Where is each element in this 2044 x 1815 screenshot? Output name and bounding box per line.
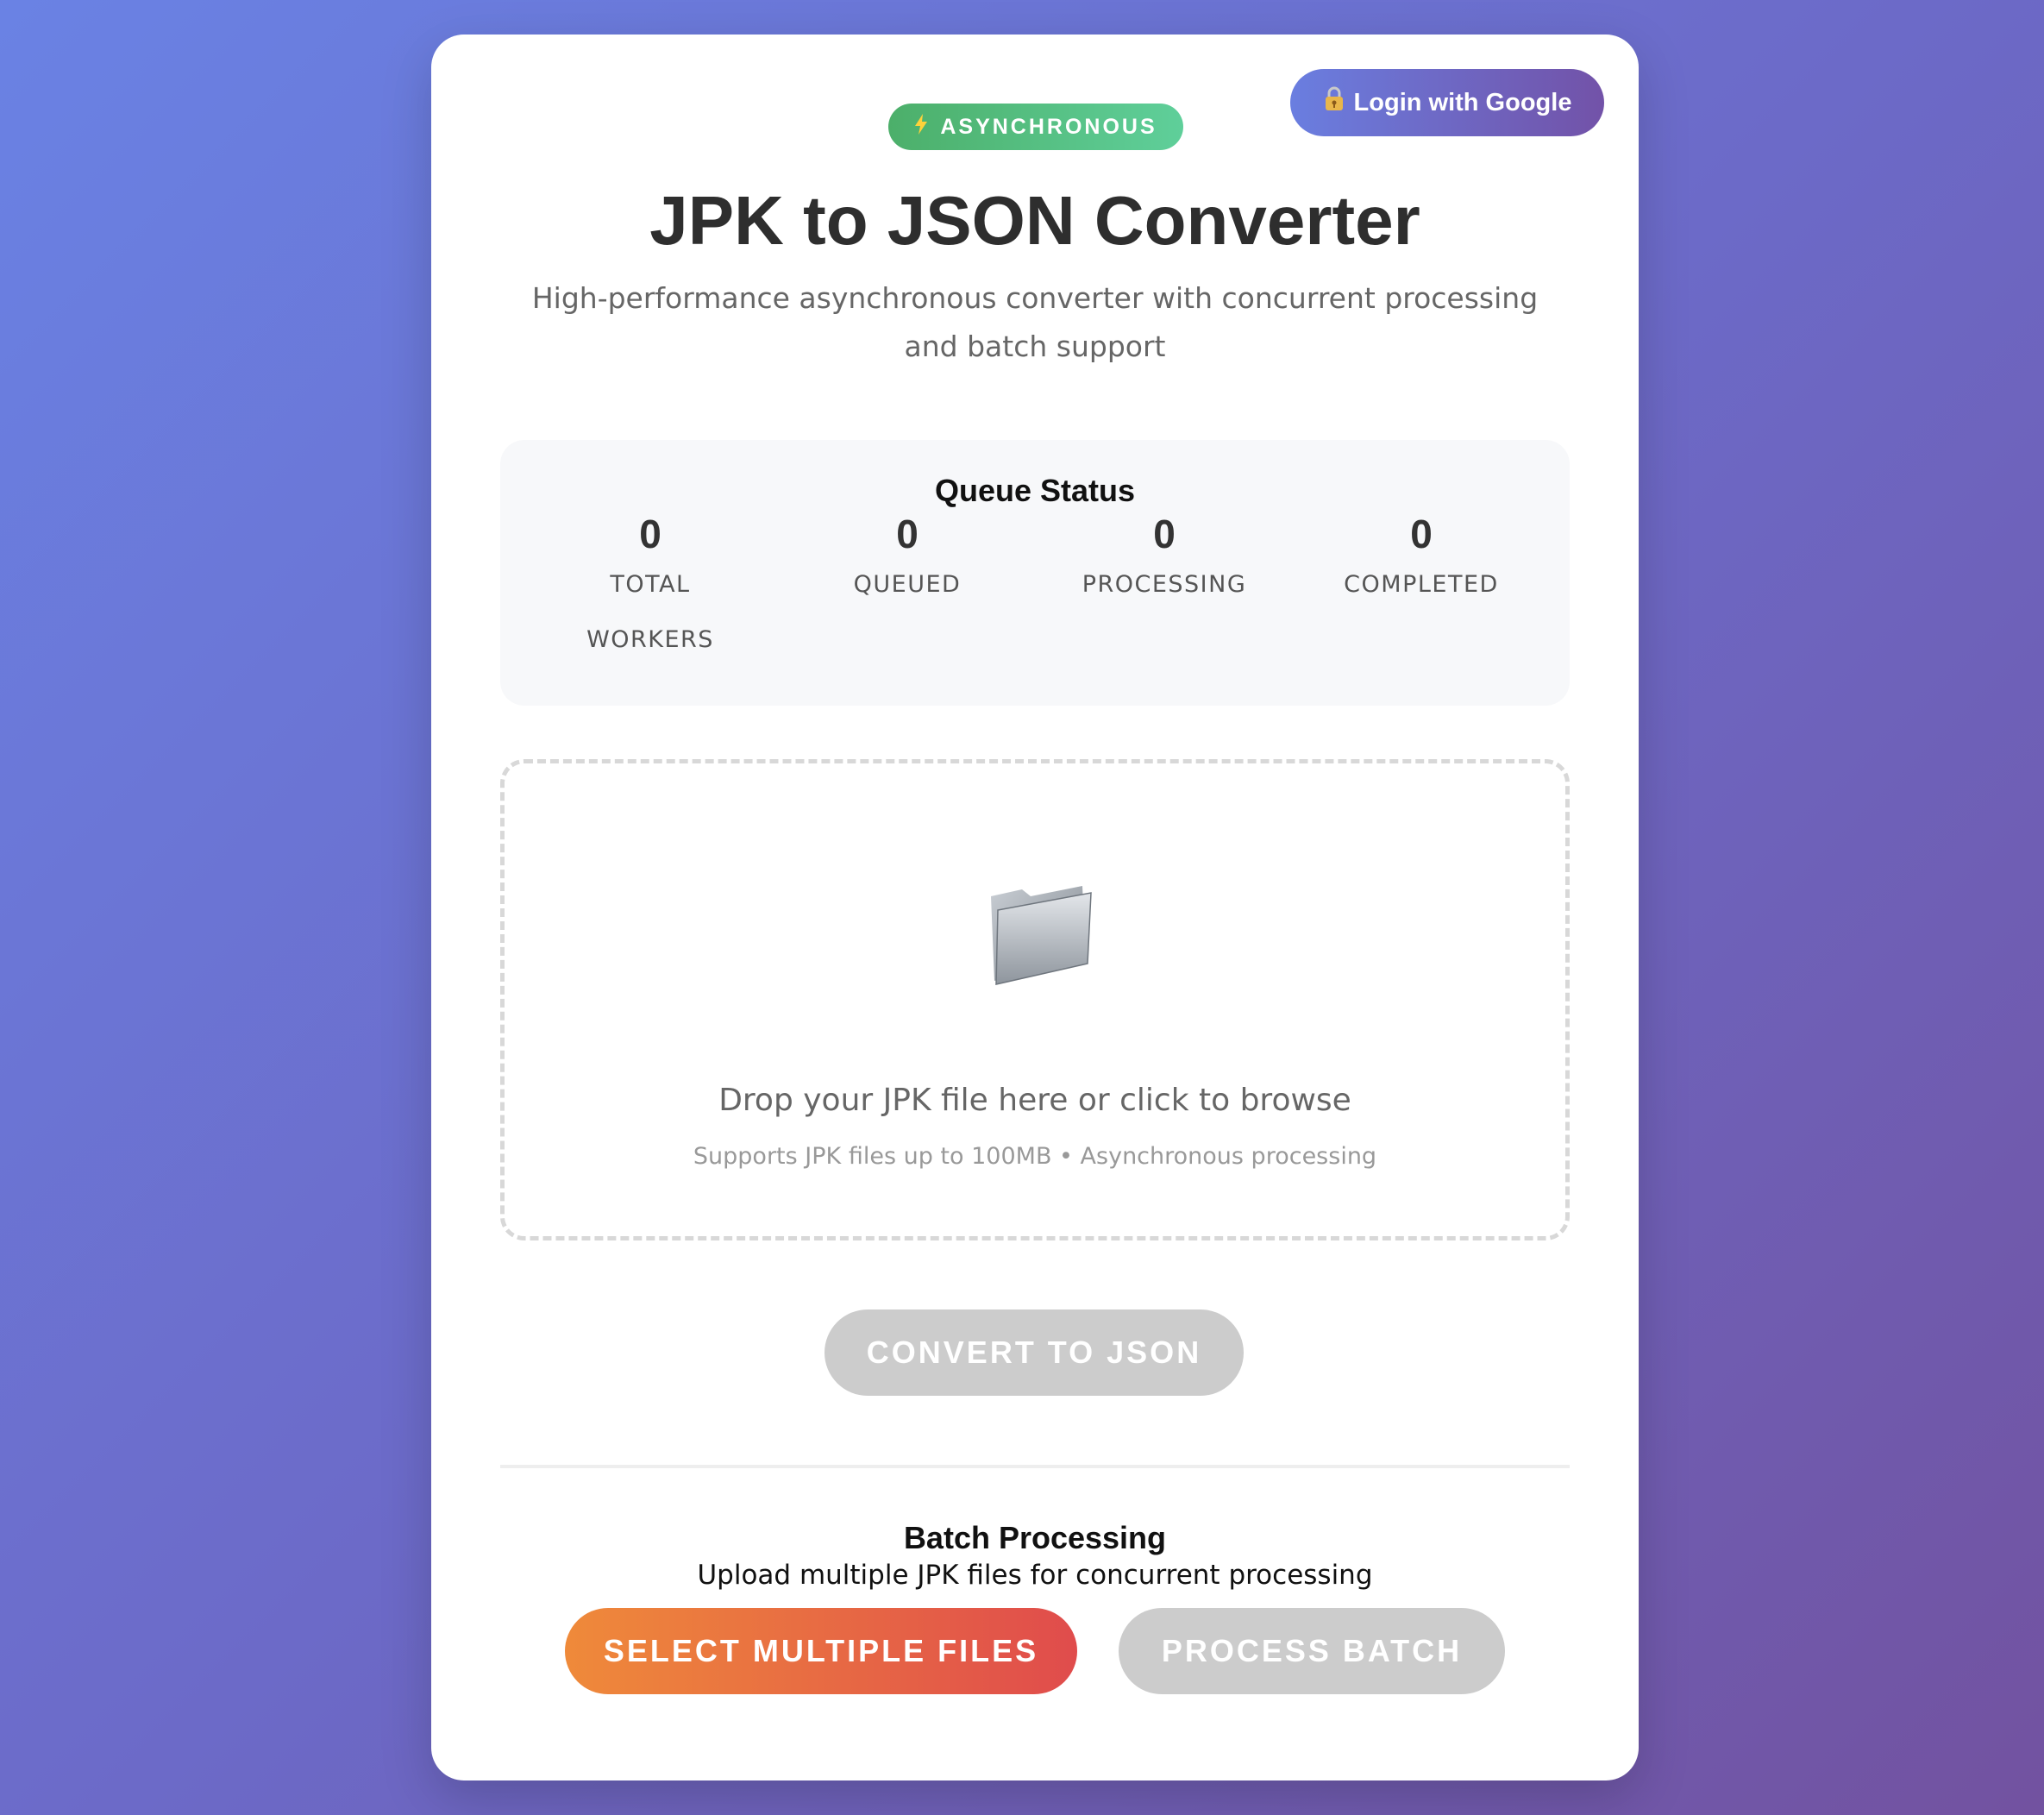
converter-card: Login with Google ASYNCHRONOUS JPK to JS… bbox=[431, 35, 1639, 1780]
stat-value: 0 bbox=[639, 512, 661, 556]
page-title: JPK to JSON Converter bbox=[649, 182, 1420, 259]
stat-label: QUEUED bbox=[853, 571, 962, 598]
queue-status-panel: Queue Status 0 TOTAL WORKERS 0 QUEUED 0 … bbox=[500, 440, 1570, 706]
select-multiple-files-button[interactable]: SELECT MULTIPLE FILES bbox=[565, 1608, 1077, 1694]
stat-label: TOTAL WORKERS bbox=[586, 571, 714, 653]
batch-processing-title: Batch Processing bbox=[903, 1520, 1167, 1555]
batch-processing-subtitle: Upload multiple JPK files for concurrent… bbox=[697, 1560, 1373, 1591]
stat-processing: 0 PROCESSING bbox=[1036, 511, 1293, 612]
process-batch-button[interactable]: PROCESS BATCH bbox=[1119, 1608, 1505, 1694]
queue-status-title: Queue Status bbox=[934, 473, 1136, 508]
badge-label: ASYNCHRONOUS bbox=[940, 114, 1157, 139]
drop-zone-text: Drop your JPK file here or click to brow… bbox=[718, 1083, 1351, 1118]
convert-to-json-button[interactable]: CONVERT TO JSON bbox=[824, 1309, 1244, 1396]
asynchronous-badge: ASYNCHRONOUS bbox=[888, 104, 1183, 150]
stat-label: COMPLETED bbox=[1344, 571, 1499, 598]
stat-value: 0 bbox=[1410, 512, 1433, 556]
drop-zone-hint: Supports JPK files up to 100MB • Asynchr… bbox=[693, 1143, 1377, 1170]
page-subtitle: High-performance asynchronous converter … bbox=[531, 281, 1539, 363]
section-divider bbox=[500, 1465, 1570, 1468]
file-drop-zone[interactable]: Drop your JPK file here or click to brow… bbox=[500, 759, 1570, 1240]
stat-completed: 0 COMPLETED bbox=[1293, 511, 1550, 612]
lock-key-icon bbox=[1323, 86, 1345, 119]
folder-icon bbox=[988, 884, 1094, 986]
login-with-google-button[interactable]: Login with Google bbox=[1290, 69, 1604, 136]
stat-value: 0 bbox=[1153, 512, 1176, 556]
stat-value: 0 bbox=[896, 512, 919, 556]
lightning-icon bbox=[914, 113, 928, 141]
stat-total-workers: 0 TOTAL WORKERS bbox=[522, 511, 779, 668]
login-label: Login with Google bbox=[1353, 88, 1572, 116]
stat-label: PROCESSING bbox=[1082, 571, 1247, 598]
stat-queued: 0 QUEUED bbox=[779, 511, 1036, 612]
